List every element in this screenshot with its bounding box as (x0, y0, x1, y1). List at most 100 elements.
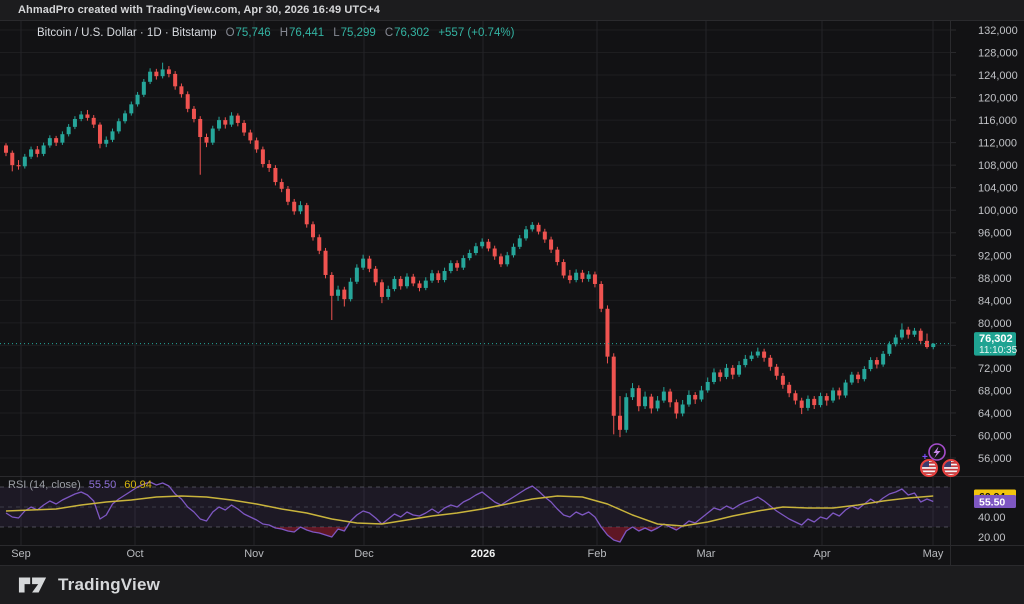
candle (850, 372, 854, 385)
price-axis-label: 80,000 (978, 318, 1012, 330)
candle (762, 349, 766, 362)
candle (787, 382, 791, 397)
tradingview-footer: TradingView (0, 565, 1024, 604)
candle (637, 385, 641, 411)
candle (862, 366, 866, 381)
candle (104, 136, 108, 147)
ohlc-letter: H (280, 27, 288, 39)
candle (574, 269, 578, 282)
candle (925, 334, 929, 349)
rsi-oversold-fill (300, 527, 346, 537)
change-value: +557 (+0.74%) (438, 27, 514, 39)
candle (42, 143, 46, 157)
time-axis-label: Dec (354, 548, 374, 560)
price-axis-label: 96,000 (978, 228, 1012, 240)
candle (342, 287, 346, 307)
rsi-axis-label: 20.00 (978, 532, 1006, 544)
candle (298, 201, 302, 214)
candle (906, 327, 910, 339)
candle (825, 393, 829, 405)
time-axis-label: Mar (697, 548, 716, 560)
tradingview-logo-icon[interactable] (18, 574, 48, 596)
candle (4, 143, 8, 156)
us-flag-icon[interactable] (921, 460, 937, 476)
candle (211, 126, 215, 145)
candle (111, 129, 115, 143)
candle (656, 396, 660, 411)
price-axis-label: 60,000 (978, 430, 1012, 442)
candle (85, 110, 89, 121)
candle (894, 335, 898, 347)
price-axis-label: 88,000 (978, 273, 1012, 285)
rsi-value: 55.50 (89, 479, 117, 491)
candle (230, 112, 234, 127)
candle (361, 255, 365, 270)
price-axis-label: 104,000 (978, 183, 1018, 195)
candle (687, 390, 691, 406)
price-axis[interactable]: 132,000128,000124,000120,000116,000112,0… (978, 25, 1018, 465)
candle (643, 392, 647, 409)
candle (593, 272, 597, 288)
candle (543, 229, 547, 243)
candle (405, 273, 409, 288)
candle (474, 243, 478, 255)
candle (599, 281, 603, 312)
candle (173, 71, 177, 90)
candle (317, 234, 321, 254)
price-axis-label: 92,000 (978, 250, 1012, 262)
us-flag-icon[interactable] (943, 460, 959, 476)
candle (380, 279, 384, 303)
event-icons[interactable]: + (921, 444, 959, 476)
chart-canvas[interactable]: 76,30211:10:35132,000128,000124,000120,0… (0, 0, 1024, 604)
candle (286, 186, 290, 205)
candle (154, 69, 158, 80)
candle (349, 278, 353, 302)
candle (204, 134, 208, 148)
candle (775, 364, 779, 380)
time-axis[interactable]: SepOctNovDec2026FebMarAprMay (11, 548, 944, 560)
candle (248, 130, 252, 144)
price-axis-label: 56,000 (978, 453, 1012, 465)
symbol-title[interactable]: Bitcoin / U.S. Dollar · 1D · Bitstamp (37, 27, 217, 39)
tradingview-brand[interactable]: TradingView (58, 575, 160, 595)
candle (186, 91, 190, 112)
price-axis-label: 68,000 (978, 385, 1012, 397)
candle (712, 368, 716, 384)
candle (117, 118, 121, 133)
candle (242, 120, 246, 136)
price-axis-label: 100,000 (978, 205, 1018, 217)
candle (123, 111, 127, 124)
ohlc-values: O75,746H76,441L75,299C76,302 (226, 27, 430, 39)
candle (54, 136, 58, 146)
candle (649, 394, 653, 414)
candle (875, 357, 879, 368)
ohlc-letter: C (385, 27, 393, 39)
price-axis-label: 120,000 (978, 93, 1018, 105)
rsi-axis[interactable]: 60.9455.5040.0020.00 (974, 490, 1016, 544)
candle (23, 154, 27, 169)
candle (455, 260, 459, 271)
candle (273, 165, 277, 185)
candle (587, 271, 591, 282)
rsi-title[interactable]: RSI (14, close) (8, 479, 81, 491)
candle (167, 66, 171, 77)
candle (217, 117, 221, 131)
candle (486, 239, 490, 251)
candle (518, 235, 522, 249)
price-axis-label: 64,000 (978, 408, 1012, 420)
candle (800, 398, 804, 414)
price-axis-label: 108,000 (978, 160, 1018, 172)
last-price-label: 76,30211:10:35 (974, 332, 1018, 356)
candle (530, 222, 534, 232)
candle (750, 352, 754, 362)
candle (461, 255, 465, 270)
price-axis-label: 132,000 (978, 25, 1018, 37)
candle (324, 248, 328, 278)
candle (424, 277, 428, 290)
ohlc-letter: O (226, 27, 235, 39)
candle (179, 84, 183, 98)
candle (618, 396, 622, 437)
candle (48, 135, 52, 147)
candle (624, 393, 628, 432)
candle (436, 270, 440, 282)
